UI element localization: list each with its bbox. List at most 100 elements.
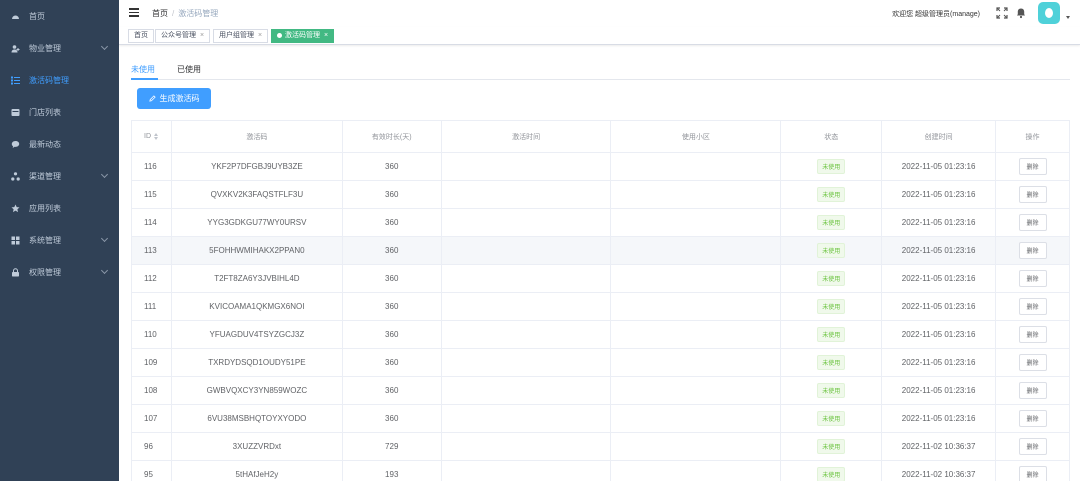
cell-days: 360 [343, 181, 442, 208]
delete-button[interactable]: 删除 [1018, 382, 1047, 399]
cell-status: 未使用 [781, 181, 883, 208]
delete-button[interactable]: 删除 [1018, 466, 1047, 481]
header-created: 创建时间 [882, 121, 997, 152]
table-row: 116 YKF2P7DFGBJ9UYB3ZE 360 未使用 2022-11-05 01… [132, 153, 1070, 181]
share-icon [11, 171, 20, 181]
codes-table: ID 激活码 有效时长(天) 激活时间 使用小区 状态 创建时间 操作 116 Y… [131, 120, 1070, 481]
cell-days: 360 [343, 209, 442, 236]
cell-days: 360 [343, 293, 442, 320]
active-dot-icon [277, 32, 282, 38]
tag-2[interactable]: 用户组管理 × [213, 29, 269, 43]
tag-0[interactable]: 首页 [128, 29, 154, 43]
caret-down-icon[interactable] [1066, 16, 1070, 19]
cell-code: 5tHAfJeH2y [172, 461, 343, 481]
cell-days: 193 [343, 461, 442, 481]
cell-created: 2022-11-05 01:23:16 [882, 293, 997, 320]
cell-action: 删除 [996, 321, 1070, 348]
cell-activated [442, 433, 612, 460]
cell-created: 2022-11-05 01:23:16 [882, 265, 997, 292]
user-icon [11, 44, 20, 53]
hamburger-menu-icon[interactable] [129, 8, 139, 17]
delete-button[interactable]: 删除 [1018, 158, 1047, 175]
cell-created: 2022-11-02 10:36:37 [882, 461, 997, 481]
bell-icon[interactable] [1015, 7, 1027, 19]
tag-label: 激活码管理 [285, 32, 320, 39]
welcome-text: 欢迎您 超级管理员(manage) [892, 11, 980, 18]
cell-status: 未使用 [781, 349, 883, 376]
delete-button[interactable]: 删除 [1018, 214, 1047, 231]
delete-button[interactable]: 删除 [1018, 438, 1047, 455]
cell-id: 114 [132, 209, 172, 236]
sidebar-item-5[interactable]: 渠道管理 [0, 160, 119, 192]
cell-id: 108 [132, 377, 172, 404]
cell-action: 删除 [996, 349, 1070, 376]
sidebar-item-2[interactable]: 激活码管理 [0, 64, 119, 96]
delete-button[interactable]: 删除 [1018, 298, 1047, 315]
delete-button[interactable]: 删除 [1018, 270, 1047, 287]
cell-activated [442, 209, 612, 236]
chevron-down-icon [100, 234, 109, 243]
sidebar-item-0[interactable]: 首页 [0, 0, 119, 32]
breadcrumb-home[interactable]: 首页 [152, 9, 168, 18]
table-row: 114 YYG3GDKGU77WY0URSV 360 未使用 2022-11-05 01… [132, 209, 1070, 237]
delete-button[interactable]: 删除 [1018, 242, 1047, 259]
sidebar-item-4[interactable]: 最新动态 [0, 128, 119, 160]
status-badge: 未使用 [817, 327, 846, 342]
cell-code: 5FOHHWMIHAKX2PPAN0 [172, 237, 343, 264]
table-row: 112 T2FT8ZA6Y3JVBIHL4D 360 未使用 2022-11-05 01… [132, 265, 1070, 293]
tab-unused[interactable]: 未使用 [131, 64, 155, 75]
cell-created: 2022-11-05 01:23:16 [882, 153, 997, 180]
sidebar-item-8[interactable]: 权限管理 [0, 256, 119, 288]
cell-code: TXRDYDSQD1OUDY51PE [172, 349, 343, 376]
cell-status: 未使用 [781, 405, 883, 432]
cell-id: 111 [132, 293, 172, 320]
cell-days: 360 [343, 237, 442, 264]
delete-button[interactable]: 删除 [1018, 326, 1047, 343]
cell-status: 未使用 [781, 293, 883, 320]
cell-id: 96 [132, 433, 172, 460]
generate-code-button[interactable]: 生成激活码 [137, 88, 211, 109]
close-icon[interactable]: × [200, 32, 204, 39]
breadcrumb: 首页 / 激活码管理 [152, 8, 218, 19]
cell-action: 删除 [996, 405, 1070, 432]
status-badge: 未使用 [817, 439, 846, 454]
delete-button[interactable]: 删除 [1018, 410, 1047, 427]
tag-1[interactable]: 公众号管理 × [155, 29, 211, 43]
close-icon[interactable]: × [324, 32, 328, 39]
user-avatar[interactable] [1038, 2, 1060, 24]
cell-action: 删除 [996, 265, 1070, 292]
sidebar-item-3[interactable]: 门店列表 [0, 96, 119, 128]
cell-community [611, 461, 782, 481]
close-icon[interactable]: × [258, 32, 262, 39]
cell-status: 未使用 [781, 461, 883, 481]
delete-button[interactable]: 删除 [1018, 354, 1047, 371]
generate-code-label: 生成激活码 [159, 94, 200, 103]
fullscreen-icon[interactable] [996, 7, 1008, 19]
delete-button[interactable]: 删除 [1018, 186, 1047, 203]
tags-view: 首页 公众号管理 × 用户组管理 × 激活码管理 × [119, 27, 1080, 45]
cell-activated [442, 293, 612, 320]
table-row: 96 3XUZZVRDxt 729 未使用 2022-11-02 10:36:37 删除 [132, 433, 1070, 461]
breadcrumb-separator: / [172, 9, 175, 18]
sort-icon[interactable] [154, 133, 158, 140]
tag-3[interactable]: 激活码管理 × [271, 29, 335, 43]
tag-label: 公众号管理 [161, 32, 196, 39]
store-icon [11, 108, 20, 117]
cell-code: KVICOAMA1QKMGX6NOI [172, 293, 343, 320]
sidebar-item-1[interactable]: 物业管理 [0, 32, 119, 64]
cell-community [611, 321, 782, 348]
tab-used[interactable]: 已使用 [177, 64, 201, 75]
cell-community [611, 237, 782, 264]
chevron-down-icon [100, 170, 109, 179]
cell-activated [442, 153, 612, 180]
table-header: ID 激活码 有效时长(天) 激活时间 使用小区 状态 创建时间 操作 [132, 121, 1070, 153]
sidebar-item-label: 渠道管理 [29, 171, 61, 181]
sidebar-item-6[interactable]: 应用列表 [0, 192, 119, 224]
header-id[interactable]: ID [132, 121, 172, 152]
cell-code: 3XUZZVRDxt [172, 433, 343, 460]
header-code: 激活码 [172, 121, 343, 152]
sidebar-item-7[interactable]: 系统管理 [0, 224, 119, 256]
cell-status: 未使用 [781, 321, 883, 348]
cell-days: 360 [343, 377, 442, 404]
cell-community [611, 349, 782, 376]
